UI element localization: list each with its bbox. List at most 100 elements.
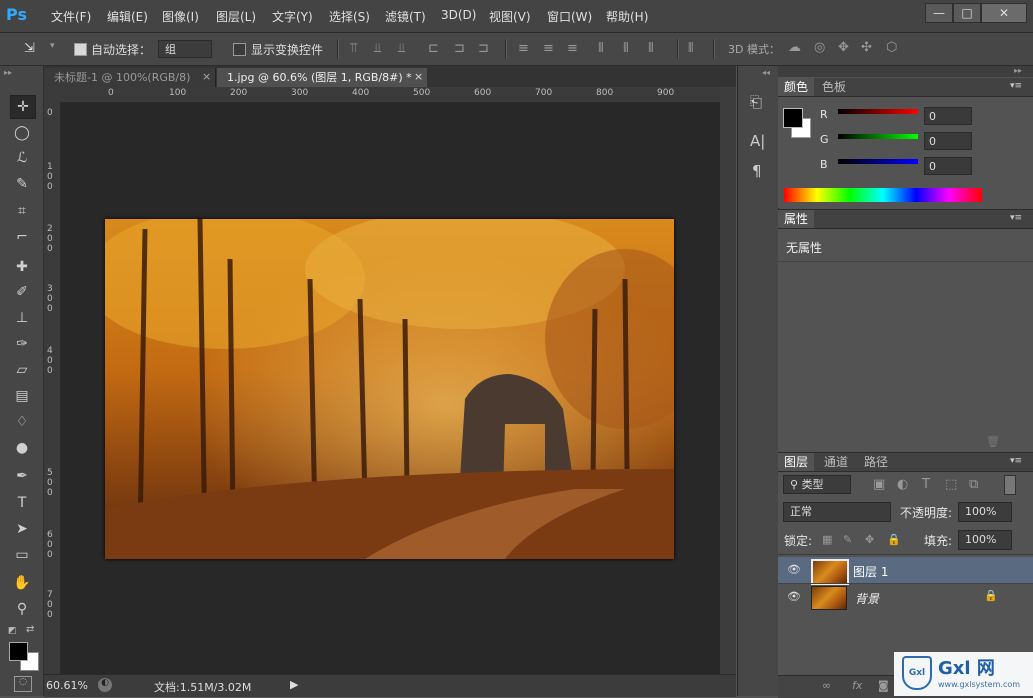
channel-b-slider[interactable] [838, 159, 918, 164]
show-transform-checkbox[interactable] [233, 43, 246, 56]
panel-menu-icon[interactable]: ▾≡ [1010, 81, 1022, 91]
tab-untitled[interactable]: 未标题-1 @ 100%(RGB/8) [44, 68, 216, 87]
panel-menu-icon[interactable]: ▾≡ [1010, 456, 1022, 466]
blur-tool-icon[interactable]: ♢ [10, 411, 34, 433]
swap-colors-icon[interactable]: ⇄ [26, 624, 34, 635]
filter-smart-object-icon[interactable]: ⧉ [969, 477, 978, 492]
menu-help[interactable]: 帮助(H) [606, 8, 648, 25]
layer-row-background[interactable]: 👁 背景 🔒 [778, 583, 1033, 610]
fx-icon[interactable]: fx [852, 679, 862, 692]
lock-position-icon[interactable]: ✥ [865, 533, 874, 546]
collapse-panel-icon[interactable]: ▸▸ [1014, 66, 1022, 75]
gradient-tool-icon[interactable]: ▤ [10, 385, 34, 407]
document-image[interactable] [105, 219, 674, 559]
blend-mode-dropdown[interactable]: 正常 [783, 502, 891, 522]
filter-adjustment-icon[interactable]: ◐ [897, 477, 908, 492]
lock-pixels-icon[interactable]: ✎ [843, 533, 852, 546]
tab-close-icon[interactable]: × [202, 70, 211, 83]
3d-roll-icon[interactable]: ◎ [814, 40, 825, 55]
menu-select[interactable]: 选择(S) [329, 8, 370, 25]
link-layers-icon[interactable]: ∞ [822, 679, 831, 692]
history-panel-icon[interactable]: ⎗ [750, 93, 762, 111]
menu-edit[interactable]: 编辑(E) [107, 8, 148, 25]
layer-filter-dropdown[interactable]: ⚲ 类型 [783, 475, 851, 494]
quick-select-tool-icon[interactable]: ✎ [10, 173, 34, 195]
clone-stamp-tool-icon[interactable]: ⊥ [10, 307, 34, 329]
crop-tool-icon[interactable]: ⌗ [10, 200, 34, 222]
menu-layer[interactable]: 图层(L) [216, 8, 256, 25]
menu-file[interactable]: 文件(F) [51, 8, 91, 25]
distribute-left-icon[interactable]: ⦀ [598, 41, 604, 56]
color-spectrum-bar[interactable] [784, 188, 982, 202]
fill-input[interactable]: 100% [958, 530, 1012, 550]
close-button[interactable]: ✕ [981, 3, 1027, 23]
status-info-icon[interactable]: ◐ [98, 678, 112, 692]
pen-tool-icon[interactable]: ✒ [10, 465, 34, 487]
menu-view[interactable]: 视图(V) [489, 8, 531, 25]
tab-layers[interactable]: 图层 [778, 453, 815, 471]
move-tool-icon[interactable]: ⇲ [24, 41, 35, 56]
auto-select-checkbox[interactable] [74, 43, 87, 56]
align-right-icon[interactable]: ⊐ [478, 41, 489, 56]
visibility-eye-icon[interactable]: 👁 [787, 590, 801, 603]
tab-properties[interactable]: 属性 [778, 210, 815, 228]
character-panel-icon[interactable]: A| [750, 132, 765, 150]
distribute-top-icon[interactable]: ≡ [518, 41, 529, 56]
canvas-area[interactable] [61, 103, 720, 674]
hand-tool-icon[interactable]: ✋ [10, 572, 34, 594]
tab-color[interactable]: 颜色 [778, 78, 815, 96]
panel-menu-icon[interactable]: ▾≡ [1010, 213, 1022, 223]
tab-paths[interactable]: 路径 [858, 453, 894, 471]
channel-g-value[interactable]: 0 [924, 132, 972, 150]
trash-icon[interactable]: 🗑 [986, 435, 1000, 448]
quick-mask-icon[interactable]: ◌ [14, 676, 32, 692]
tab-swatches[interactable]: 色板 [816, 78, 852, 96]
minimize-button[interactable]: — [925, 3, 953, 23]
align-bottom-icon[interactable]: ⫫ [398, 41, 405, 56]
dodge-tool-icon[interactable]: ● [10, 437, 34, 459]
tool-preset-dropdown-icon[interactable]: ▾ [50, 41, 55, 51]
align-hcenter-icon[interactable]: ⊐ [454, 41, 465, 56]
opacity-input[interactable]: 100% [958, 502, 1012, 522]
tab-channels[interactable]: 通道 [818, 453, 854, 471]
layer-name[interactable]: 背景 [855, 590, 879, 607]
zoom-tool-icon[interactable]: ⚲ [10, 598, 34, 620]
layer-name[interactable]: 图层 1 [853, 563, 888, 580]
tab-close-icon[interactable]: × [414, 70, 423, 83]
3d-scale-icon[interactable]: ⬡ [886, 40, 897, 55]
visibility-eye-icon[interactable]: 👁 [787, 563, 801, 576]
menu-3d[interactable]: 3D(D) [441, 8, 476, 22]
align-top-icon[interactable]: ⫪ [350, 41, 357, 56]
3d-slide-icon[interactable]: ✣ [861, 40, 872, 55]
add-mask-icon[interactable]: ◙ [878, 679, 889, 692]
move-tool-icon[interactable]: ✛ [10, 95, 36, 119]
filter-pixel-icon[interactable]: ▣ [873, 477, 885, 492]
channel-r-value[interactable]: 0 [924, 107, 972, 125]
distribute-vcenter-icon[interactable]: ≡ [543, 41, 554, 56]
menu-window[interactable]: 窗口(W) [547, 8, 592, 25]
healing-brush-tool-icon[interactable]: ✚ [10, 256, 34, 278]
expand-panels-icon[interactable]: ◂◂ [762, 68, 770, 77]
default-colors-icon[interactable]: ◩ [8, 626, 17, 636]
align-left-icon[interactable]: ⊏ [428, 41, 439, 56]
menu-image[interactable]: 图像(I) [162, 8, 199, 25]
status-menu-arrow-icon[interactable]: ▶ [290, 678, 298, 691]
channel-r-slider[interactable] [838, 109, 918, 114]
3d-drag-icon[interactable]: ✥ [838, 40, 849, 55]
eyedropper-tool-icon[interactable]: ⌐ [10, 226, 34, 248]
auto-select-dropdown[interactable]: 组 [158, 40, 212, 58]
menu-filter[interactable]: 滤镜(T) [385, 8, 426, 25]
menu-type[interactable]: 文字(Y) [272, 8, 313, 25]
foreground-color-swatch[interactable] [9, 642, 28, 661]
paragraph-panel-icon[interactable]: ¶ [752, 162, 762, 180]
type-tool-icon[interactable]: T [10, 492, 34, 514]
rectangle-tool-icon[interactable]: ▭ [10, 544, 34, 566]
filter-toggle[interactable] [1004, 475, 1016, 495]
channel-g-slider[interactable] [838, 134, 918, 139]
lasso-tool-icon[interactable]: ℒ [10, 147, 34, 169]
distribute-right-icon[interactable]: ⦀ [648, 41, 654, 56]
maximize-button[interactable]: □ [953, 3, 981, 23]
lock-transparent-icon[interactable]: ▦ [822, 533, 832, 546]
channel-b-value[interactable]: 0 [924, 157, 972, 175]
distribute-hcenter-icon[interactable]: ⦀ [623, 41, 629, 56]
